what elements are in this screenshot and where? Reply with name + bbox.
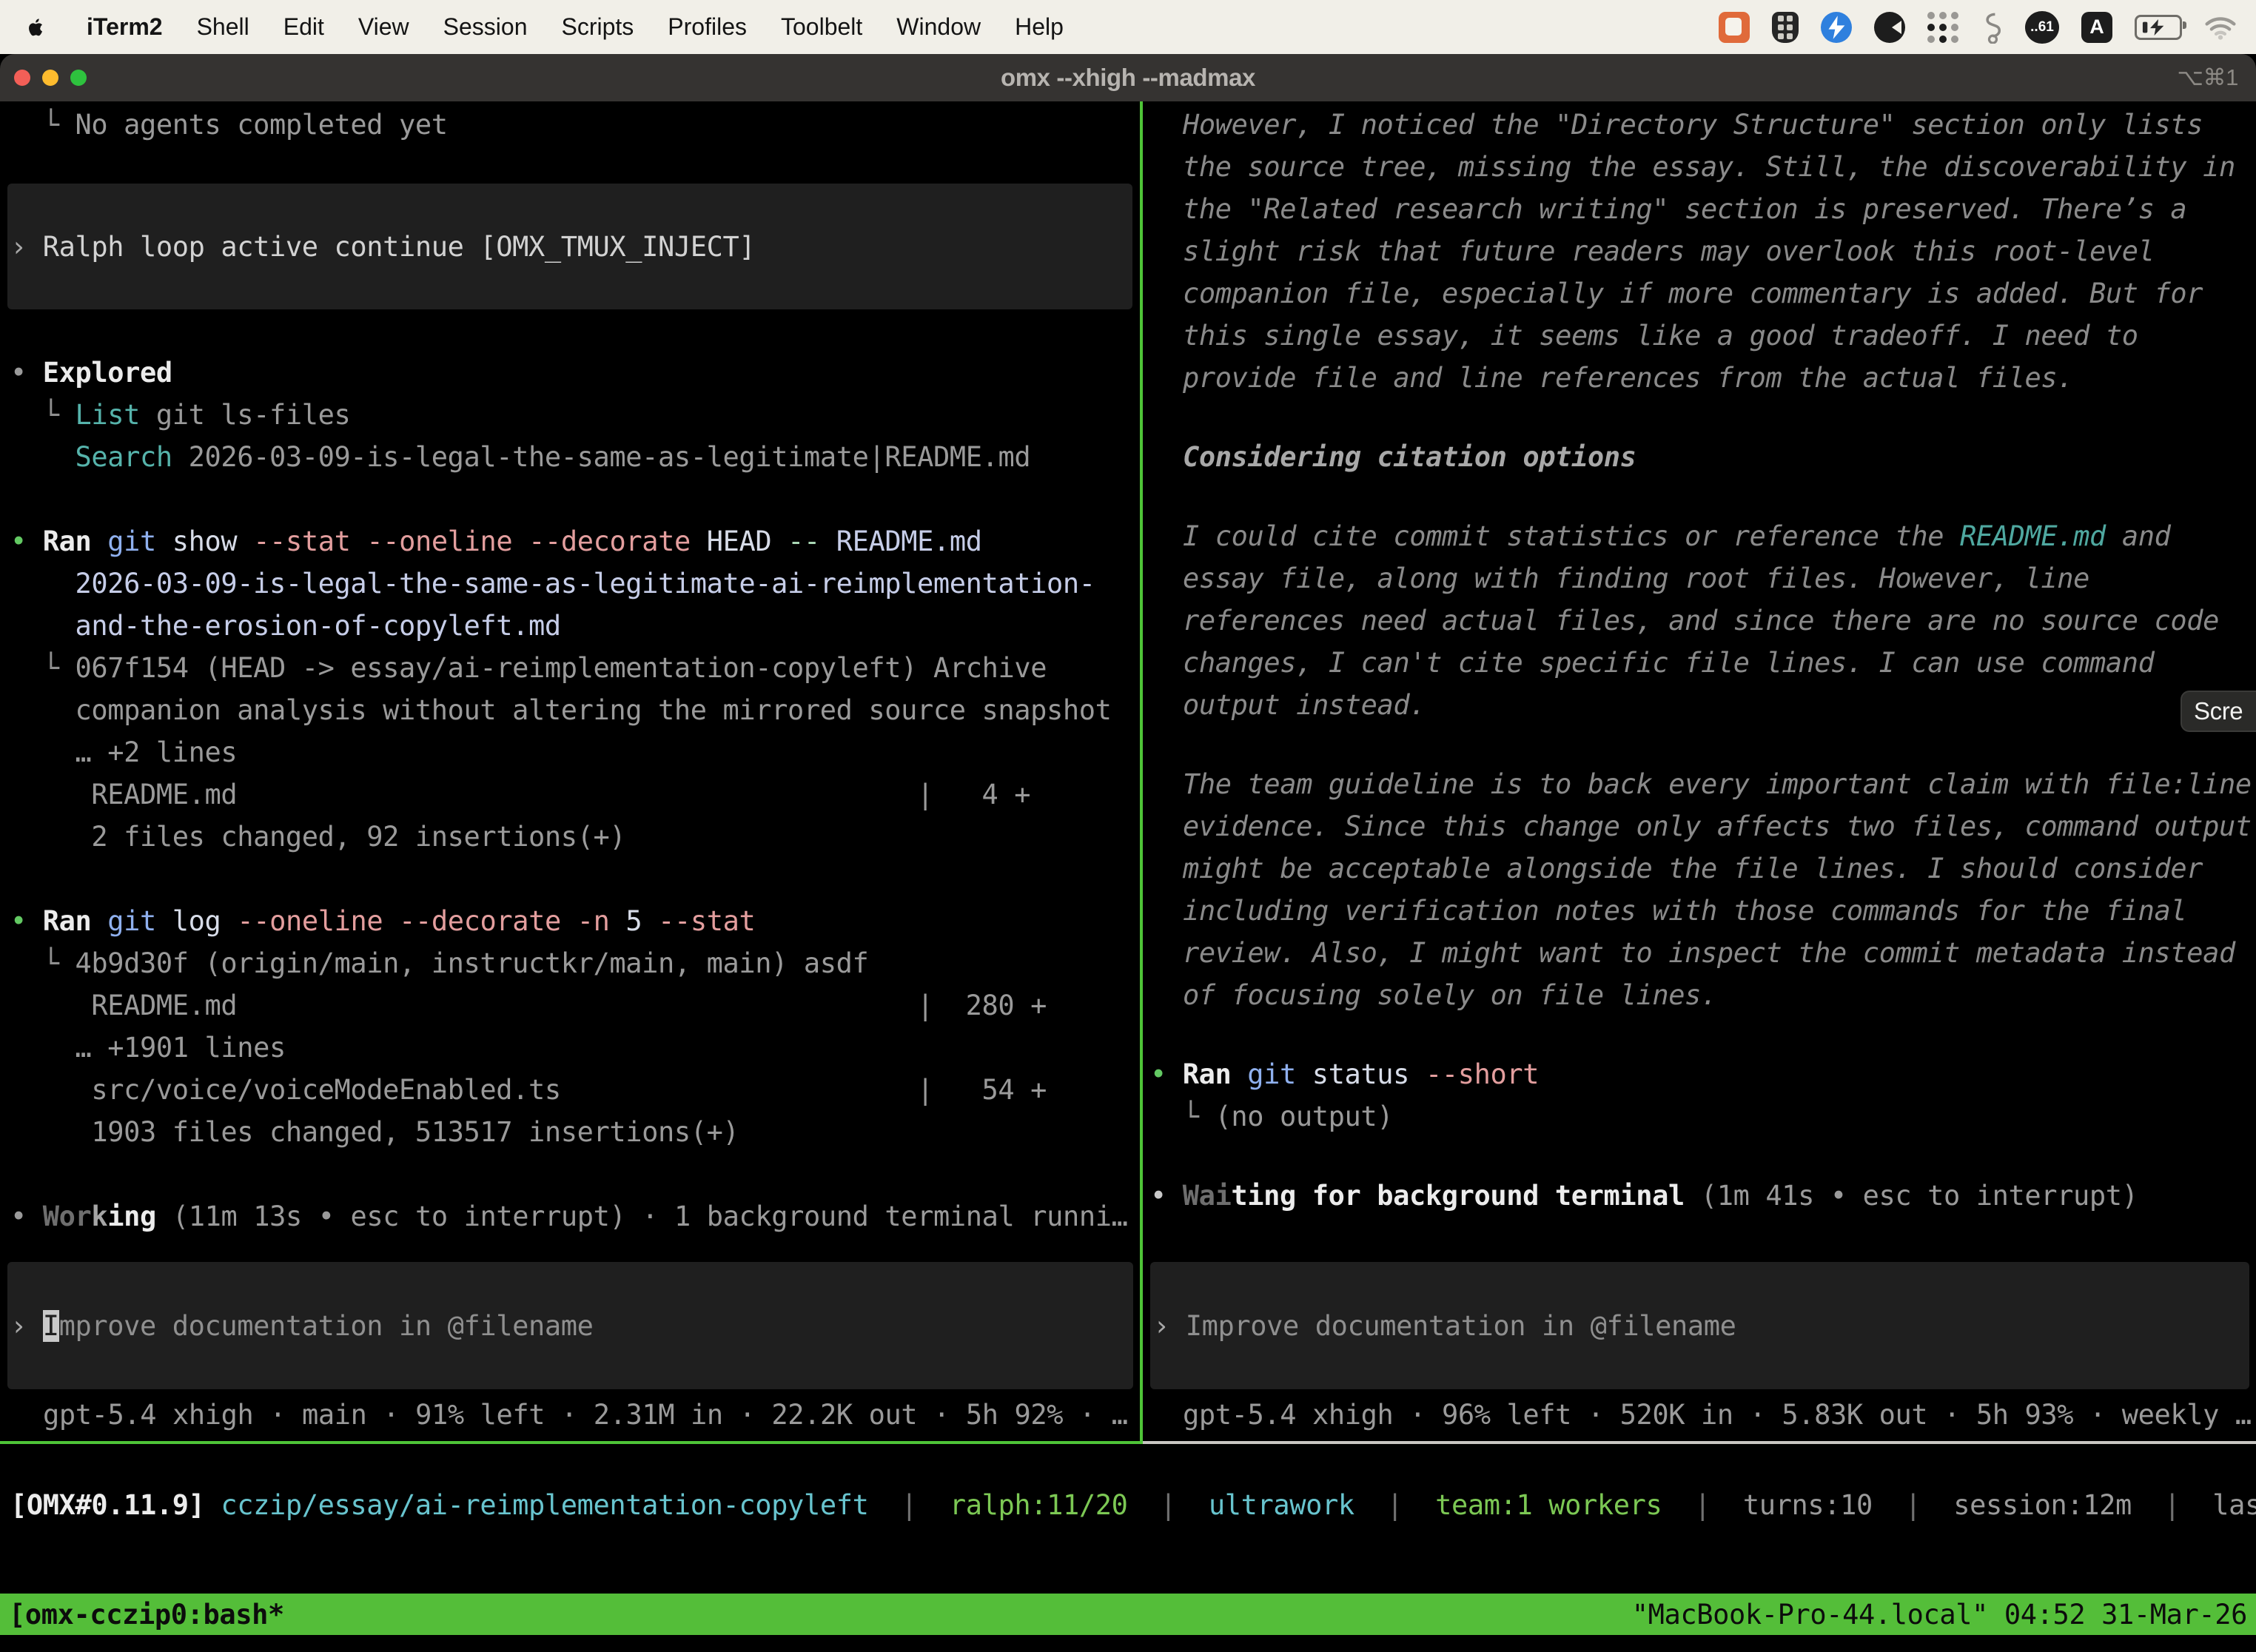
- menu-item-iterm2[interactable]: iTerm2: [70, 13, 180, 40]
- terminal-line: review. Also, I might want to inspect th…: [1143, 932, 2256, 974]
- terminal-line: output instead.: [1143, 684, 2256, 726]
- terminal-line: of focusing solely on file lines.: [1143, 974, 2256, 1016]
- blank-line: [0, 478, 1140, 520]
- terminal-line: └ 4b9d30f (origin/main, instructkr/main,…: [0, 942, 1140, 984]
- terminal-line: • Working (11m 13s • esc to interrupt) ·…: [0, 1195, 1140, 1238]
- tmux-session-name[interactable]: [omx-cczip0:bash*: [9, 1599, 284, 1631]
- apple-menu-icon[interactable]: [25, 16, 47, 38]
- terminal-line: and-the-erosion-of-copyleft.md: [0, 605, 1140, 647]
- prompt-input[interactable]: › Ralph loop active continue [OMX_TMUX_I…: [7, 184, 1132, 309]
- input-source-icon[interactable]: A: [2081, 12, 2112, 43]
- terminal-line: I could cite commit statistics or refere…: [1143, 515, 2256, 557]
- blank-line: [0, 309, 1140, 352]
- wifi-icon[interactable]: [2204, 15, 2237, 40]
- terminal-line: src/voice/voiceModeEnabled.ts | 54 +: [0, 1069, 1140, 1111]
- menu-item-scripts[interactable]: Scripts: [544, 13, 651, 40]
- right-session-status: gpt-5.4 xhigh · 96% left · 520K in · 5.8…: [1143, 1394, 2256, 1436]
- right-pane[interactable]: › Improve documentation in @filename gpt…: [1143, 101, 2256, 1444]
- shield-grid-icon[interactable]: [1772, 12, 1799, 43]
- left-session-status: gpt-5.4 xhigh · main · 91% left · 2.31M …: [0, 1394, 1140, 1436]
- window-title-bar: omx --xhigh --madmax ⌥⌘1: [0, 54, 2256, 101]
- terminal-line: essay file, along with finding root file…: [1143, 557, 2256, 600]
- blank-line: [0, 858, 1140, 900]
- terminal-line: Considering citation options: [1143, 436, 2256, 478]
- terminal-line: └ 067f154 (HEAD -> essay/ai-reimplementa…: [0, 647, 1140, 689]
- chat-app-icon[interactable]: [1719, 12, 1750, 43]
- badge-61-icon[interactable]: ..61: [2025, 11, 2059, 44]
- terminal-line: … +2 lines: [0, 731, 1140, 773]
- dark-wedge-icon[interactable]: [1874, 12, 1905, 43]
- hook-icon[interactable]: [1981, 11, 2003, 44]
- left-pane[interactable]: › Improve documentation in @filename gpt…: [0, 101, 1140, 1444]
- omx-status-bar: [OMX#0.11.9] cczip/essay/ai-reimplementa…: [10, 1484, 2256, 1526]
- terminal-line: 1903 files changed, 513517 insertions(+): [0, 1111, 1140, 1153]
- menu-item-shell[interactable]: Shell: [180, 13, 266, 40]
- terminal-line: slight risk that future readers may over…: [1143, 230, 2256, 272]
- blank-line: [1143, 399, 2256, 436]
- terminal-area: › Improve documentation in @filename gpt…: [0, 101, 2256, 1444]
- terminal-line: including verification notes with those …: [1143, 890, 2256, 932]
- terminal-line: However, I noticed the "Directory Struct…: [1143, 104, 2256, 146]
- terminal-line: changes, I can't cite specific file line…: [1143, 642, 2256, 684]
- menu-bar: iTerm2ShellEditViewSessionScriptsProfile…: [0, 0, 2256, 54]
- menu-items: iTerm2ShellEditViewSessionScriptsProfile…: [70, 13, 1081, 41]
- blank-line: [1143, 1016, 2256, 1053]
- terminal-line: Search 2026-03-09-is-legal-the-same-as-l…: [0, 436, 1140, 478]
- menu-item-session[interactable]: Session: [426, 13, 545, 40]
- terminal-line: README.md | 4 +: [0, 773, 1140, 816]
- terminal-line: the source tree, missing the essay. Stil…: [1143, 146, 2256, 188]
- blank-line: [1143, 726, 2256, 763]
- terminal-line: • Waiting for background terminal (1m 41…: [1143, 1175, 2256, 1217]
- terminal-line: provide file and line references from th…: [1143, 357, 2256, 399]
- terminal-line: references need actual files, and since …: [1143, 600, 2256, 642]
- terminal-line: the "Related research writing" section i…: [1143, 188, 2256, 230]
- screen-share-tooltip[interactable]: Scre: [2181, 691, 2256, 732]
- terminal-line: README.md | 280 +: [0, 984, 1140, 1027]
- blue-bolt-icon[interactable]: [1821, 12, 1852, 43]
- screen: iTerm2ShellEditViewSessionScriptsProfile…: [0, 0, 2256, 1652]
- menu-item-view[interactable]: View: [341, 13, 426, 40]
- blank-line: [1143, 1138, 2256, 1175]
- terminal-line: might be acceptable alongside the file l…: [1143, 847, 2256, 890]
- terminal-line: └ (no output): [1143, 1095, 2256, 1138]
- right-prompt-input[interactable]: › Improve documentation in @filename: [1150, 1262, 2249, 1389]
- tooltip-label: Scre: [2194, 697, 2243, 725]
- menu-status-icons: ..61 A: [1719, 11, 2256, 44]
- terminal-line: companion file, especially if more comme…: [1143, 272, 2256, 315]
- menu-item-help[interactable]: Help: [998, 13, 1081, 40]
- left-prompt-input[interactable]: › Improve documentation in @filename: [7, 1262, 1133, 1389]
- window-shortcut-badge: ⌥⌘1: [2177, 54, 2238, 101]
- terminal-line: … +1901 lines: [0, 1027, 1140, 1069]
- terminal-line: └ No agents completed yet: [0, 104, 1140, 146]
- window-title: omx --xhigh --madmax: [0, 54, 2256, 101]
- terminal-line: • Ran git show --stat --oneline --decora…: [0, 520, 1140, 563]
- dots-grid-icon[interactable]: [1927, 12, 1958, 43]
- blank-line: [0, 1153, 1140, 1195]
- terminal-line: this single essay, it seems like a good …: [1143, 315, 2256, 357]
- tmux-host-clock: "MacBook-Pro-44.local" 04:52 31-Mar-26: [1632, 1599, 2247, 1631]
- terminal-line: 2 files changed, 92 insertions(+): [0, 816, 1140, 858]
- terminal-line: evidence. Since this change only affects…: [1143, 805, 2256, 847]
- menu-item-window[interactable]: Window: [879, 13, 998, 40]
- terminal-line: The team guideline is to back every impo…: [1143, 763, 2256, 805]
- terminal-line: 2026-03-09-is-legal-the-same-as-legitima…: [0, 563, 1140, 605]
- menu-item-edit[interactable]: Edit: [266, 13, 341, 40]
- terminal-line: └ List git ls-files: [0, 394, 1140, 436]
- terminal-line: • Ran git status --short: [1143, 1053, 2256, 1095]
- menu-item-toolbelt[interactable]: Toolbelt: [764, 13, 879, 40]
- blank-line: [1143, 478, 2256, 515]
- menu-item-profiles[interactable]: Profiles: [651, 13, 764, 40]
- battery-icon[interactable]: [2135, 15, 2182, 40]
- terminal-line: • Explored: [0, 352, 1140, 394]
- terminal-line: companion analysis without altering the …: [0, 689, 1140, 731]
- terminal-line: • Ran git log --oneline --decorate -n 5 …: [0, 900, 1140, 942]
- tmux-status-bar: [omx-cczip0:bash* "MacBook-Pro-44.local"…: [0, 1594, 2256, 1635]
